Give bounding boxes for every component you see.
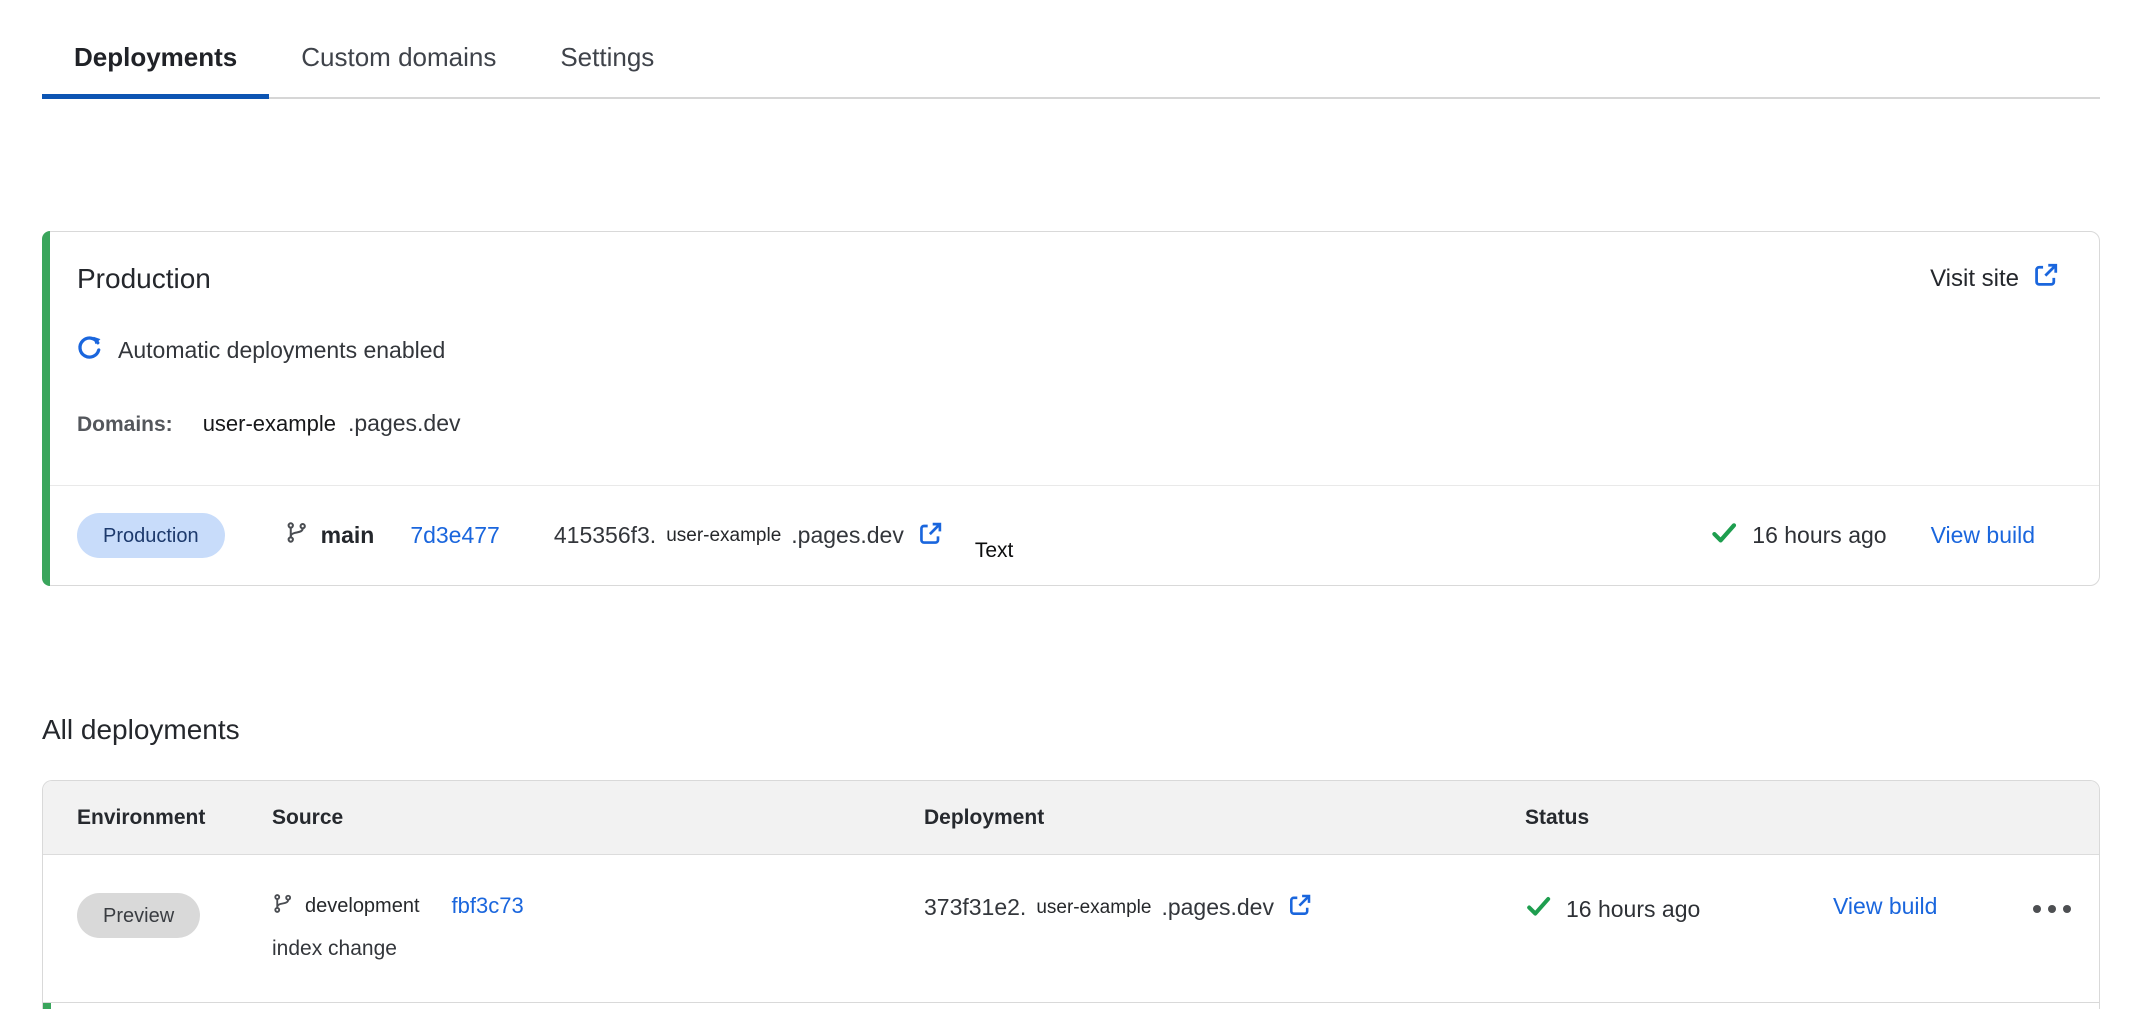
tab-label: Custom domains <box>301 42 496 72</box>
branch-name: development <box>305 895 420 918</box>
domains-row: Domains: user-example .pages.dev <box>77 410 2099 437</box>
domains-label: Domains: <box>77 413 173 437</box>
text-annotation: Text <box>975 539 1014 563</box>
deployment-url-prefix: 415356f3. <box>554 522 656 549</box>
source-cell: development fbf3c73 index change <box>272 893 924 961</box>
column-header-deployment: Deployment <box>924 806 1525 830</box>
production-indicator-bar <box>42 231 50 586</box>
environment-badge-production: Production <box>77 513 225 558</box>
view-build-link[interactable]: View build <box>1931 522 2035 549</box>
table-row: Preview development fbf3c73 index change… <box>43 855 2099 1003</box>
production-card: Production Visit site Automatic deployme… <box>42 231 2100 586</box>
column-header-environment: Environment <box>77 806 272 830</box>
external-link-icon <box>2033 262 2059 295</box>
domain-suffix: .pages.dev <box>348 410 461 437</box>
next-row-peek <box>43 1003 2099 1009</box>
commit-message: index change <box>272 937 924 961</box>
deployment-url-link[interactable]: 415356f3. user-example .pages.dev <box>554 521 943 551</box>
deployment-url-suffix: .pages.dev <box>791 522 904 549</box>
refresh-icon <box>77 335 102 366</box>
source-branch: main <box>285 521 375 550</box>
domain-name: user-example <box>203 411 336 437</box>
commit-sha-link[interactable]: 7d3e477 <box>410 522 500 549</box>
row-actions-button[interactable] <box>2033 893 2071 913</box>
pages-project-screen: Deployments Custom domains Settings Prod… <box>0 0 2132 1012</box>
tab-settings[interactable]: Settings <box>528 26 686 97</box>
auto-deployments-status: Automatic deployments enabled <box>77 335 2099 366</box>
table-header-row: Environment Source Deployment Status <box>43 781 2099 855</box>
view-build-link[interactable]: View build <box>1833 893 1937 919</box>
visit-site-link[interactable]: Visit site <box>1930 262 2059 295</box>
ellipsis-icon <box>2063 905 2071 913</box>
tab-label: Deployments <box>74 42 237 72</box>
deployments-table: Environment Source Deployment Status Pre… <box>42 780 2100 1009</box>
commit-sha-link[interactable]: fbf3c73 <box>452 893 524 919</box>
external-link-icon <box>918 521 943 551</box>
deployment-time: 16 hours ago <box>1566 896 1700 923</box>
branch-name: main <box>321 522 375 549</box>
auto-deployments-text: Automatic deployments enabled <box>118 337 445 364</box>
deployment-time: 16 hours ago <box>1752 522 1886 549</box>
production-deployment-status: 16 hours ago View build <box>1710 519 2035 552</box>
production-indicator-bar <box>43 1003 51 1009</box>
environment-badge-preview: Preview <box>77 893 200 938</box>
production-card-title: Production <box>77 263 211 295</box>
deployment-url-prefix: 373f31e2. <box>924 894 1026 921</box>
tab-label: Settings <box>560 42 654 72</box>
deployment-url-project: user-example <box>1036 897 1151 919</box>
deployment-cell: 373f31e2. user-example .pages.dev <box>924 893 1525 922</box>
check-icon <box>1525 893 1552 925</box>
tab-custom-domains[interactable]: Custom domains <box>269 26 528 97</box>
ellipsis-icon <box>2033 905 2041 913</box>
git-branch-icon <box>285 521 308 550</box>
tab-deployments[interactable]: Deployments <box>42 26 269 97</box>
status-cell: 16 hours ago <box>1525 893 1833 925</box>
check-icon <box>1710 519 1738 552</box>
production-deployment-row: Production main 7d3e477 415356f3. user-e… <box>43 485 2099 585</box>
ellipsis-icon <box>2048 905 2056 913</box>
environment-cell: Preview <box>77 893 272 938</box>
column-header-status: Status <box>1525 806 1833 830</box>
production-card-header: Production Visit site <box>43 232 2099 295</box>
visit-site-label: Visit site <box>1930 265 2019 293</box>
external-link-icon <box>1288 893 1312 922</box>
deployment-url-suffix: .pages.dev <box>1161 894 1274 921</box>
git-branch-icon <box>272 893 293 919</box>
view-build-cell: View build <box>1833 893 2033 920</box>
deployment-url-project: user-example <box>666 525 781 547</box>
deployment-url-link[interactable]: 373f31e2. user-example .pages.dev <box>924 893 1312 922</box>
all-deployments-title: All deployments <box>42 714 2132 746</box>
column-header-source: Source <box>272 806 924 830</box>
tab-bar: Deployments Custom domains Settings <box>42 0 2100 99</box>
